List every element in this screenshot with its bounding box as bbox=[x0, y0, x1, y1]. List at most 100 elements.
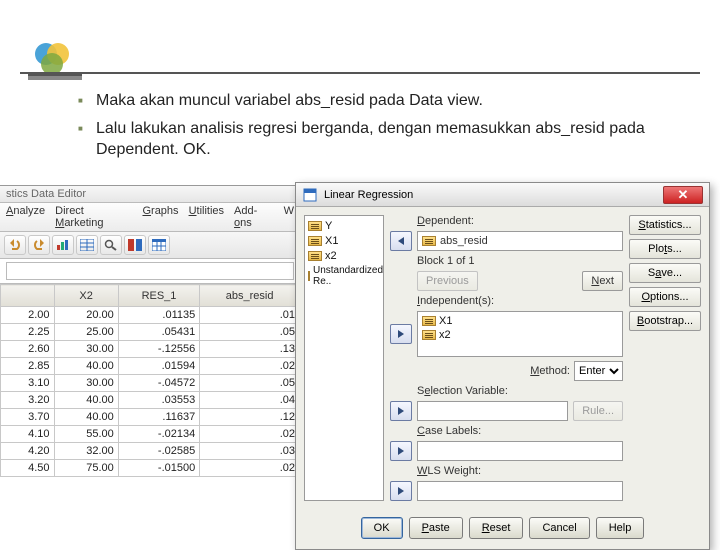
cell[interactable]: -.12556 bbox=[118, 341, 199, 358]
cell[interactable]: -.01500 bbox=[118, 460, 199, 477]
cell-editor-input[interactable] bbox=[6, 262, 294, 280]
cell[interactable]: -.02585 bbox=[118, 443, 199, 460]
toolbar-table-icon[interactable] bbox=[148, 235, 170, 255]
table-row[interactable]: 4.2032.00-.02585.03 bbox=[1, 443, 300, 460]
cell[interactable]: 75.00 bbox=[54, 460, 118, 477]
col-blank[interactable] bbox=[1, 285, 55, 307]
col-x2[interactable]: X2 bbox=[54, 285, 118, 307]
cell[interactable]: 3.20 bbox=[1, 392, 55, 409]
paste-button[interactable]: Paste bbox=[409, 517, 463, 539]
source-variable-list[interactable]: Y X1 x2 Unstandardized Re.. bbox=[304, 215, 384, 501]
cell[interactable]: .03 bbox=[200, 443, 300, 460]
table-row[interactable]: 2.8540.00.01594.02 bbox=[1, 358, 300, 375]
cell[interactable]: .03553 bbox=[118, 392, 199, 409]
table-row[interactable]: 2.6030.00-.12556.13 bbox=[1, 341, 300, 358]
table-row[interactable]: 3.7040.00.11637.12 bbox=[1, 409, 300, 426]
cell[interactable]: .01135 bbox=[118, 307, 199, 324]
cell[interactable]: 4.50 bbox=[1, 460, 55, 477]
cell[interactable]: 32.00 bbox=[54, 443, 118, 460]
move-caselabels-button[interactable] bbox=[390, 441, 412, 461]
cell[interactable]: 2.00 bbox=[1, 307, 55, 324]
independent-label: Independent(s): bbox=[390, 295, 623, 307]
menu-addons[interactable]: Add-ons bbox=[234, 205, 274, 229]
cell[interactable]: 2.85 bbox=[1, 358, 55, 375]
menu-analyze[interactable]: Analyze bbox=[6, 205, 45, 229]
cell[interactable]: 30.00 bbox=[54, 341, 118, 358]
col-absresid[interactable]: abs_resid bbox=[200, 285, 300, 307]
toolbar-grid-icon[interactable] bbox=[76, 235, 98, 255]
cell[interactable]: 25.00 bbox=[54, 324, 118, 341]
cell[interactable]: 4.20 bbox=[1, 443, 55, 460]
cell[interactable]: .01 bbox=[200, 307, 300, 324]
toolbar-chart-icon[interactable] bbox=[52, 235, 74, 255]
selection-variable-field[interactable] bbox=[417, 401, 568, 421]
move-wls-button[interactable] bbox=[390, 481, 412, 501]
move-dependent-button[interactable] bbox=[390, 231, 412, 251]
bullet-item: Lalu lakukan analisis regresi berganda, … bbox=[96, 118, 690, 161]
dialog-titlebar[interactable]: Linear Regression ✕ bbox=[296, 183, 709, 207]
menu-graphs[interactable]: Graphs bbox=[142, 205, 178, 229]
case-labels-field[interactable] bbox=[417, 441, 623, 461]
options-button[interactable]: Options... bbox=[629, 287, 701, 307]
menu-more[interactable]: W bbox=[284, 205, 294, 229]
move-independent-button[interactable] bbox=[390, 324, 412, 344]
rule-button: Rule... bbox=[573, 401, 623, 421]
next-button[interactable]: Next bbox=[582, 271, 623, 291]
menu-utilities[interactable]: Utilities bbox=[189, 205, 224, 229]
dependent-field[interactable]: abs_resid bbox=[417, 231, 623, 251]
cell[interactable]: .05 bbox=[200, 324, 300, 341]
table-row[interactable]: 2.0020.00.01135.01 bbox=[1, 307, 300, 324]
toolbar-redo-icon[interactable] bbox=[28, 235, 50, 255]
cell[interactable]: 2.60 bbox=[1, 341, 55, 358]
cell[interactable]: -.04572 bbox=[118, 375, 199, 392]
cell[interactable]: .13 bbox=[200, 341, 300, 358]
cell[interactable]: 30.00 bbox=[54, 375, 118, 392]
table-row[interactable]: 3.2040.00.03553.04 bbox=[1, 392, 300, 409]
case-labels-label: Case Labels: bbox=[390, 425, 623, 437]
table-row[interactable]: 4.5075.00-.01500.02 bbox=[1, 460, 300, 477]
cell[interactable]: 20.00 bbox=[54, 307, 118, 324]
help-button[interactable]: Help bbox=[596, 517, 645, 539]
cell[interactable]: .02 bbox=[200, 460, 300, 477]
bootstrap-button[interactable]: Bootstrap... bbox=[629, 311, 701, 331]
menu-direct-marketing[interactable]: Direct Marketing bbox=[55, 205, 132, 229]
cell[interactable]: .05431 bbox=[118, 324, 199, 341]
statistics-button[interactable]: Statistics... bbox=[629, 215, 701, 235]
table-row[interactable]: 2.2525.00.05431.05 bbox=[1, 324, 300, 341]
cancel-button[interactable]: Cancel bbox=[529, 517, 589, 539]
cell[interactable]: 3.10 bbox=[1, 375, 55, 392]
cell[interactable]: .02 bbox=[200, 358, 300, 375]
toolbar-undo-icon[interactable] bbox=[4, 235, 26, 255]
method-label: Method: bbox=[530, 365, 570, 377]
cell[interactable]: 40.00 bbox=[54, 358, 118, 375]
cell[interactable]: .12 bbox=[200, 409, 300, 426]
plots-button[interactable]: Plots... bbox=[629, 239, 701, 259]
cell[interactable]: -.02134 bbox=[118, 426, 199, 443]
wls-weight-label: WLS Weight: bbox=[390, 465, 623, 477]
reset-button[interactable]: Reset bbox=[469, 517, 524, 539]
method-select[interactable]: Enter bbox=[574, 361, 623, 381]
table-row[interactable]: 4.1055.00-.02134.02 bbox=[1, 426, 300, 443]
toolbar-variables-icon[interactable] bbox=[124, 235, 146, 255]
move-selection-button[interactable] bbox=[390, 401, 412, 421]
cell[interactable]: .01594 bbox=[118, 358, 199, 375]
col-res1[interactable]: RES_1 bbox=[118, 285, 199, 307]
table-row[interactable]: 3.1030.00-.04572.05 bbox=[1, 375, 300, 392]
toolbar-find-icon[interactable] bbox=[100, 235, 122, 255]
cell[interactable]: .05 bbox=[200, 375, 300, 392]
cell[interactable]: 40.00 bbox=[54, 392, 118, 409]
cell[interactable]: .04 bbox=[200, 392, 300, 409]
cell[interactable]: 4.10 bbox=[1, 426, 55, 443]
ok-button[interactable]: OK bbox=[361, 517, 403, 539]
close-button[interactable]: ✕ bbox=[663, 186, 703, 204]
cell[interactable]: 40.00 bbox=[54, 409, 118, 426]
cell[interactable]: .11637 bbox=[118, 409, 199, 426]
save-button[interactable]: Save... bbox=[629, 263, 701, 283]
data-grid[interactable]: X2 RES_1 abs_resid 2.0020.00.01135.012.2… bbox=[0, 284, 300, 477]
cell[interactable]: 55.00 bbox=[54, 426, 118, 443]
cell[interactable]: 3.70 bbox=[1, 409, 55, 426]
cell[interactable]: 2.25 bbox=[1, 324, 55, 341]
wls-weight-field[interactable] bbox=[417, 481, 623, 501]
cell[interactable]: .02 bbox=[200, 426, 300, 443]
independent-list[interactable]: X1 x2 bbox=[417, 311, 623, 357]
